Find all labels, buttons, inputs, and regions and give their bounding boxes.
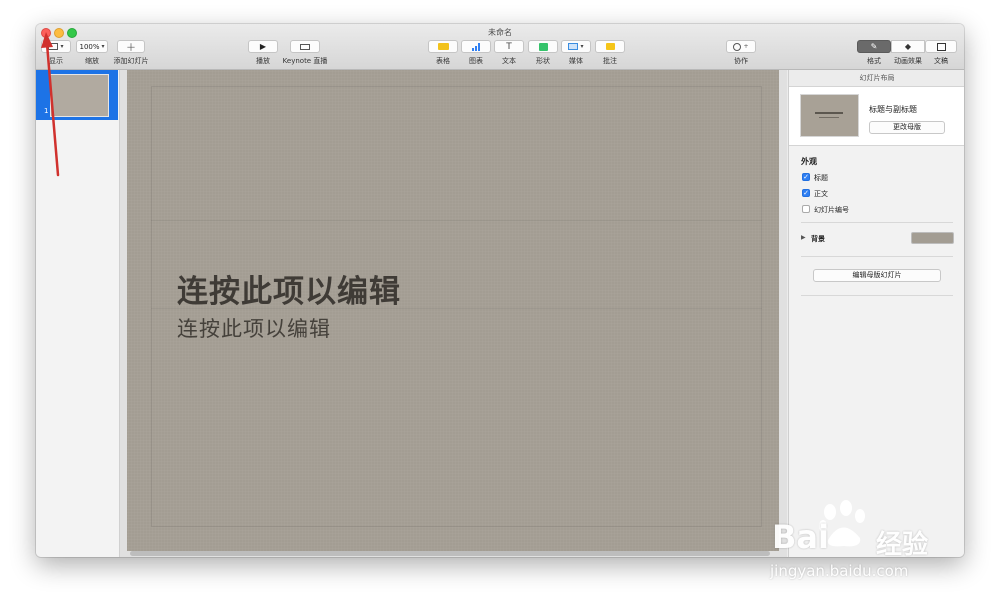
document-label: 文稿	[934, 57, 948, 65]
inspector-header: 幻灯片布局	[789, 70, 964, 87]
change-master-button[interactable]: 更改母版	[869, 121, 945, 134]
appearance-heading: 外观	[801, 157, 817, 166]
play-button[interactable]: ▶	[248, 40, 278, 53]
divider	[801, 295, 953, 296]
master-name: 标题与副标题	[869, 105, 917, 114]
horizontal-scrollbar[interactable]	[130, 551, 770, 556]
slide-thumbnail-selected[interactable]: 1	[36, 70, 118, 120]
text-icon: T	[506, 41, 512, 52]
watermark-url: jingyan.baidu.com	[770, 562, 909, 580]
title-checkbox-label: 标题	[814, 174, 828, 182]
slide-subtitle-placeholder[interactable]: 连按此项以编辑	[177, 313, 331, 343]
keynote-live-button[interactable]	[290, 40, 320, 53]
slide-thumbnail-image	[50, 74, 109, 117]
plus-icon: +	[743, 43, 749, 50]
play-icon: ▶	[259, 42, 267, 51]
inspector-panel: 幻灯片布局 标题与副标题 更改母版 外观 ✓ 标题 ✓ 正文 幻灯片编号 ▶ 背…	[788, 70, 964, 557]
slide-canvas-area: 连按此项以编辑 连按此项以编辑	[120, 70, 787, 557]
collaborate-icon	[733, 42, 742, 51]
zoom-select[interactable]: 100% ▾	[76, 40, 108, 53]
bar-chart-icon	[472, 42, 480, 51]
document-button[interactable]	[925, 40, 957, 53]
toolbar-items: ▾ 显示 100% ▾ 缩放 ＋ 添加幻灯片 ▶ 播放 Keynote 直播 表…	[36, 40, 964, 69]
slide-navigator: 1	[36, 70, 120, 557]
animate-button[interactable]: ◆	[891, 40, 925, 53]
background-color-well[interactable]	[911, 232, 954, 244]
document-icon	[936, 42, 946, 51]
zoom-label: 缩放	[85, 57, 99, 65]
format-button[interactable]: ✎	[857, 40, 891, 53]
baidu-jingyan-watermark: Bai 经验 jingyan.baidu.com	[768, 498, 948, 588]
body-checkbox[interactable]: ✓	[802, 189, 810, 197]
text-label: 文本	[502, 57, 516, 65]
master-card: 标题与副标题 更改母版	[789, 87, 964, 146]
view-button[interactable]: ▾	[41, 40, 71, 53]
keynote-live-label: Keynote 直播	[282, 57, 328, 65]
collaborate-label: 协作	[734, 57, 748, 65]
divider	[801, 256, 953, 257]
keynote-window: 未命名 ▾ 显示 100% ▾ 缩放 ＋ 添加幻灯片 ▶ 播放 Keynote …	[36, 24, 964, 557]
master-thumbnail-title-line	[815, 112, 843, 114]
slide-number-checkbox[interactable]	[802, 205, 810, 213]
master-thumbnail[interactable]	[800, 94, 859, 137]
checkmark-icon: ✓	[803, 189, 809, 197]
collaborate-button[interactable]: +	[726, 40, 756, 53]
disclosure-triangle-icon[interactable]: ▶	[801, 234, 806, 241]
sidebar-view-icon	[48, 43, 59, 50]
master-thumbnail-subtitle-line	[819, 117, 839, 118]
view-label: 显示	[49, 57, 63, 65]
divider	[801, 222, 953, 223]
add-slide-button[interactable]: ＋	[117, 40, 145, 54]
body-checkbox-label: 正文	[814, 190, 828, 198]
animate-label: 动画效果	[894, 57, 922, 65]
comment-label: 批注	[603, 57, 617, 65]
checkmark-icon: ✓	[803, 173, 809, 181]
media-label: 媒体	[569, 57, 583, 65]
edit-master-slide-button[interactable]: 编辑母版幻灯片	[813, 269, 941, 282]
add-slide-label: 添加幻灯片	[113, 57, 149, 65]
comment-icon	[605, 43, 615, 50]
title-checkbox[interactable]: ✓	[802, 173, 810, 181]
slide-canvas[interactable]: 连按此项以编辑 连按此项以编辑	[127, 70, 779, 551]
chevron-down-icon: ▾	[580, 42, 584, 50]
table-button[interactable]	[428, 40, 458, 53]
chart-button[interactable]	[461, 40, 491, 53]
slide-number: 1	[44, 107, 49, 115]
shape-icon	[538, 42, 548, 51]
comment-button[interactable]	[595, 40, 625, 53]
slide-title-placeholder[interactable]: 连按此项以编辑	[177, 266, 401, 311]
watermark-brand: Bai	[772, 518, 829, 556]
guide-line	[151, 220, 762, 221]
keynote-live-icon	[300, 43, 310, 50]
zoom-value: 100%	[79, 42, 100, 51]
background-label: 背景	[811, 235, 825, 243]
media-icon	[568, 43, 579, 50]
slide-number-checkbox-label: 幻灯片编号	[814, 206, 849, 214]
paintbrush-icon: ✎	[870, 42, 878, 51]
chevron-down-icon: ▾	[60, 42, 64, 50]
chart-label: 图表	[469, 57, 483, 65]
plus-icon: ＋	[126, 43, 136, 54]
text-button[interactable]: T	[494, 40, 524, 53]
chevron-down-icon: ▾	[101, 42, 105, 50]
format-label: 格式	[867, 57, 881, 65]
window-title: 未命名	[488, 28, 512, 37]
animate-diamond-icon: ◆	[904, 42, 912, 51]
shape-label: 形状	[536, 57, 550, 65]
table-icon	[437, 43, 449, 50]
toolbar: 未命名 ▾ 显示 100% ▾ 缩放 ＋ 添加幻灯片 ▶ 播放 Keynote …	[36, 24, 964, 70]
watermark-brand-cn: 经验	[876, 530, 929, 560]
shape-button[interactable]	[528, 40, 558, 53]
media-button[interactable]: ▾	[561, 40, 591, 53]
play-label: 播放	[256, 57, 270, 65]
table-label: 表格	[436, 57, 450, 65]
